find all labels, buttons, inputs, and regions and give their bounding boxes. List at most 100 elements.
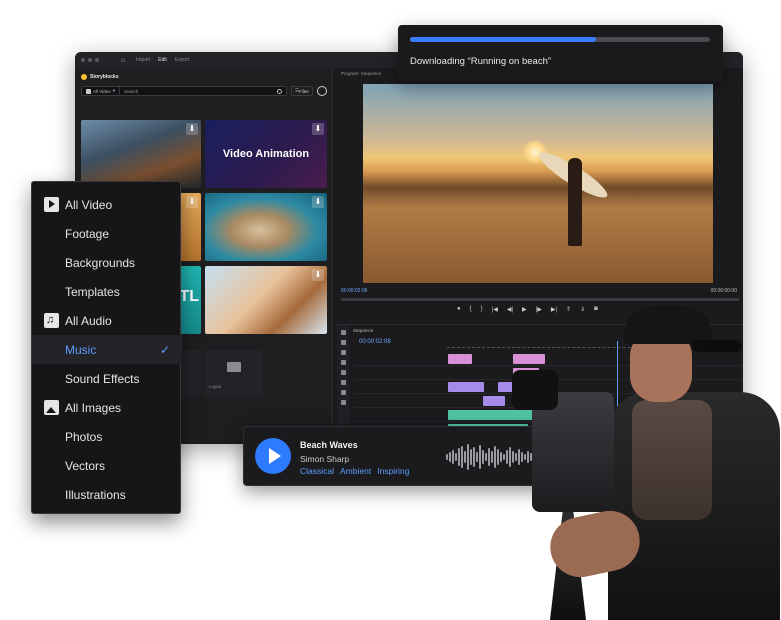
waveform-bar [473,447,475,467]
dropdown-item[interactable]: Illustrations [32,480,182,509]
dropdown-item-label: Sound Effects [65,371,140,386]
check-icon: ✓ [159,342,170,357]
camera-operator-photo [512,300,781,620]
tag-link[interactable]: Inspiring [377,466,409,476]
menu-export[interactable]: Export [175,57,189,63]
video-thumbnail[interactable]: ⬇ [205,193,327,261]
hand-icon[interactable] [340,390,346,395]
menu-edit[interactable]: Edit [158,57,167,63]
waveform-bar [446,454,448,460]
camera-lens [512,370,558,410]
sequence-tab[interactable]: Sequence [353,328,373,333]
current-timecode: 00:00:02:06 [341,288,368,294]
ripple-edit-icon[interactable] [340,350,346,355]
end-timecode: 00:00:00:00 [710,288,737,294]
pen-icon[interactable] [340,380,346,385]
track-select-icon[interactable] [340,340,346,345]
filter-button[interactable]: ☰ Filter [291,86,313,96]
download-icon[interactable]: ⬇ [312,269,324,281]
dropdown-item[interactable]: All Video [32,190,182,219]
waveform-bar [470,449,472,465]
play-icon [86,88,91,94]
search-type-label: All Video [93,88,111,94]
dropdown-item[interactable]: Templates [32,277,182,306]
dropdown-item[interactable]: Vectors [32,451,182,480]
folder-label: Logos [209,384,222,389]
chevron-down-icon: ▾ [112,88,115,93]
download-progress-fill [410,37,596,42]
out-point-icon[interactable]: } [481,306,483,313]
search-icon[interactable] [277,88,282,94]
video-icon [44,197,59,212]
tag-link[interactable]: Ambient [340,466,371,476]
video-thumbnail[interactable]: ⬇ [205,266,327,334]
download-icon[interactable]: ⬇ [186,196,198,208]
razor-icon[interactable] [340,360,346,365]
search-input[interactable]: Search [120,89,277,94]
storyblocks-logo-icon [81,74,87,80]
waveform-bar [497,449,499,465]
search-bar[interactable]: All Video ▾ Search [81,86,287,96]
waveform-bar [500,452,502,462]
go-to-in-icon[interactable]: |◀ [492,306,498,313]
download-toast: Downloading “Running on beach” [398,25,723,81]
dropdown-item-label: Backgrounds [65,255,136,270]
program-label: Program: Sequence [341,71,382,76]
tag-link[interactable]: Classical [300,466,334,476]
window-controls[interactable] [81,58,99,62]
timeline-clip[interactable] [448,382,484,392]
images-icon [44,400,59,415]
account-icon[interactable] [317,86,327,96]
download-icon[interactable]: ⬇ [186,123,198,135]
dropdown-item-label: All Images [65,400,122,415]
brand-name: Storyblocks [90,74,119,80]
play-button[interactable] [255,438,291,474]
waveform-bar [452,450,454,464]
dropdown-item[interactable]: All Audio [32,306,182,335]
dropdown-item[interactable]: Sound Effects [32,364,182,393]
track-tags: Classical Ambient Inspiring [300,466,409,476]
dropdown-item-label: Templates [65,284,120,299]
video-thumbnail[interactable]: ⬇ [81,120,201,188]
dropdown-item-label: Vectors [65,458,106,473]
waveform-bar [464,451,466,463]
timeline-clip[interactable] [483,396,505,406]
bin-folder[interactable]: Logos [205,350,263,396]
surfer [568,158,582,246]
waveform-bar [449,452,451,462]
waveform-bar [467,444,469,470]
dropdown-item-label: Illustrations [65,487,126,502]
timeline-clip[interactable] [448,354,472,364]
in-point-icon[interactable]: { [470,306,472,313]
waveform-bar [479,445,481,469]
slip-icon[interactable] [340,370,346,375]
video-preview[interactable] [363,84,713,283]
waveform-bar [506,450,508,464]
brand: Storyblocks [81,74,119,80]
video-thumbnail[interactable]: Video Animation ⬇ [205,120,327,188]
waveform-bar [488,448,490,466]
waveform-bar [494,446,496,468]
track-title: Beach Waves [300,440,358,450]
download-status: Downloading “Running on beach” [410,56,552,67]
dropdown-item[interactable]: Footage [32,219,182,248]
track-artist[interactable]: Simon Sharp [300,454,349,464]
download-icon[interactable]: ⬇ [312,123,324,135]
dropdown-item[interactable]: Backgrounds [32,248,182,277]
dropdown-item[interactable]: All Images [32,393,182,422]
home-icon[interactable]: ⌂ [121,57,128,64]
menu-import[interactable]: Import [136,57,150,63]
type-icon[interactable] [340,400,346,405]
step-back-icon[interactable]: ◀| [507,306,513,313]
dropdown-item-label: All Video [65,197,113,212]
selection-tool-icon[interactable] [340,330,346,335]
dropdown-item[interactable]: Photos [32,422,182,451]
waveform-bar [509,447,511,467]
waveform-bar [482,450,484,464]
program-monitor: Program: Sequence 00:00:02:06 00:00:00:0… [337,68,743,324]
search-type-select[interactable]: All Video ▾ [82,87,120,95]
waveform-bar [485,453,487,461]
download-icon[interactable]: ⬇ [312,196,324,208]
marker-icon[interactable]: ● [457,306,461,313]
dropdown-item[interactable]: Music ✓ [32,335,182,364]
